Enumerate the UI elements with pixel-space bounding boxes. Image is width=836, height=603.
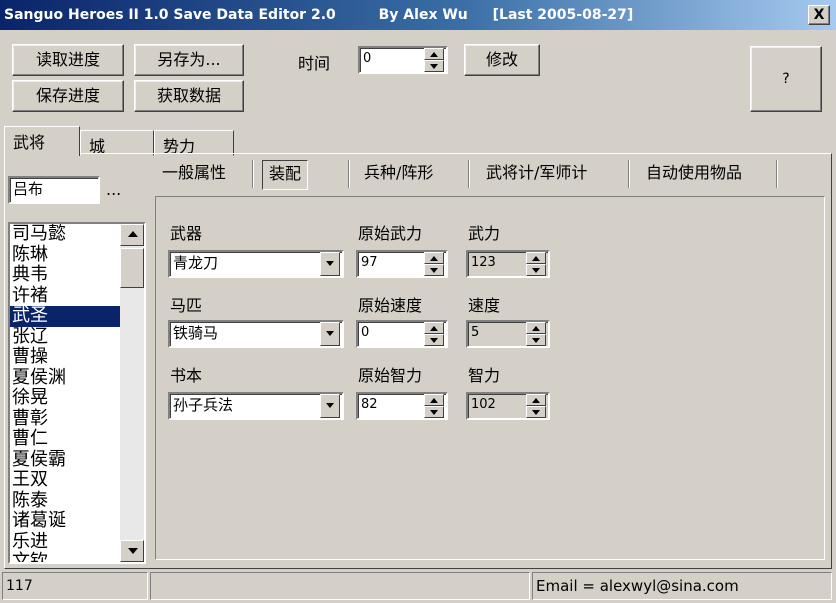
help-button[interactable]: ? — [750, 46, 822, 112]
spin-up-icon[interactable] — [526, 322, 546, 334]
subtab-general-attributes[interactable]: 一般属性 — [162, 160, 226, 190]
orig-intel-label: 原始智力 — [358, 366, 423, 385]
spin-down-icon[interactable] — [526, 406, 546, 418]
editor-window: Sanguo Heroes II 1.0 Save Data Editor 2.… — [0, 0, 836, 603]
scroll-down-icon[interactable] — [120, 540, 144, 562]
horse-select[interactable]: 铁骑马 — [168, 320, 344, 348]
save-as-button[interactable]: 另存为... — [134, 44, 244, 76]
spin-up-icon[interactable] — [424, 322, 444, 334]
fetch-data-button[interactable]: 获取数据 — [134, 80, 244, 112]
window-title: Sanguo Heroes II 1.0 Save Data Editor 2.… — [4, 7, 336, 23]
modify-button[interactable]: 修改 — [464, 44, 540, 76]
subtab-divider — [348, 160, 350, 188]
spin-down-icon[interactable] — [424, 406, 444, 418]
spin-down-icon[interactable] — [424, 60, 444, 72]
title-bar: Sanguo Heroes II 1.0 Save Data Editor 2.… — [0, 0, 836, 30]
subtab-divider — [468, 160, 470, 188]
intel-spinner[interactable] — [526, 394, 546, 418]
strength-label: 武力 — [468, 224, 501, 243]
orig-strength-label: 原始武力 — [358, 224, 423, 243]
status-email: Email = alexwyl@sina.com — [532, 572, 832, 600]
spin-up-icon[interactable] — [424, 48, 444, 60]
subtab-tactics[interactable]: 武将计/军师计 — [486, 160, 587, 190]
tab-generals[interactable]: 武将 — [4, 126, 80, 156]
general-list[interactable]: 司马懿 陈琳 典韦 许褚 武圣 张辽 曹操 夏侯渊 徐晃 曹彰 曹仁 夏侯霸 王双 陈泰 诸葛诞 乐进 文钦 — [8, 222, 146, 564]
spin-down-icon[interactable] — [526, 334, 546, 346]
chevron-down-icon[interactable] — [320, 322, 340, 346]
ellipsis-button[interactable]: ... — [106, 180, 121, 199]
load-progress-button[interactable]: 读取进度 — [12, 44, 124, 76]
book-select[interactable]: 孙子兵法 — [168, 392, 344, 420]
strength-spinner[interactable] — [526, 252, 546, 276]
save-progress-button[interactable]: 保存进度 — [12, 80, 124, 112]
intel-label: 智力 — [468, 366, 501, 385]
speed-spinner[interactable] — [526, 322, 546, 346]
spin-down-icon[interactable] — [526, 264, 546, 276]
list-scrollbar[interactable] — [120, 224, 144, 562]
spin-down-icon[interactable] — [424, 334, 444, 346]
subtab-divider — [628, 160, 630, 188]
spin-up-icon[interactable] — [526, 394, 546, 406]
chevron-down-icon[interactable] — [320, 252, 340, 276]
time-spinner[interactable] — [424, 48, 444, 72]
subtab-auto-items[interactable]: 自动使用物品 — [646, 160, 742, 190]
close-button[interactable]: X — [808, 5, 830, 25]
scroll-up-icon[interactable] — [120, 224, 144, 246]
subtab-equipment[interactable]: 装配 — [262, 160, 309, 190]
orig-strength-spinner[interactable] — [424, 252, 444, 276]
window-last-date: [Last 2005-08-27] — [492, 7, 634, 23]
general-name-field[interactable]: 吕布 — [8, 176, 100, 204]
orig-speed-spinner[interactable] — [424, 322, 444, 346]
spin-down-icon[interactable] — [424, 264, 444, 276]
spin-up-icon[interactable] — [424, 394, 444, 406]
book-label: 书本 — [170, 366, 203, 385]
spin-up-icon[interactable] — [526, 252, 546, 264]
weapon-label: 武器 — [170, 224, 203, 243]
orig-speed-label: 原始速度 — [358, 296, 423, 315]
time-label: 时间 — [298, 54, 331, 73]
horse-label: 马匹 — [170, 296, 203, 315]
spin-up-icon[interactable] — [424, 252, 444, 264]
window-author: By Alex Wu — [378, 7, 468, 23]
subtab-divider — [252, 160, 254, 188]
status-middle — [150, 572, 530, 600]
weapon-select[interactable]: 青龙刀 — [168, 250, 344, 278]
orig-intel-spinner[interactable] — [424, 394, 444, 418]
chevron-down-icon[interactable] — [320, 394, 340, 418]
scroll-thumb[interactable] — [120, 248, 144, 288]
subtab-divider — [776, 160, 778, 188]
status-count: 117 — [2, 572, 148, 600]
speed-label: 速度 — [468, 296, 501, 315]
subtab-troops-formation[interactable]: 兵种/阵形 — [364, 160, 433, 190]
